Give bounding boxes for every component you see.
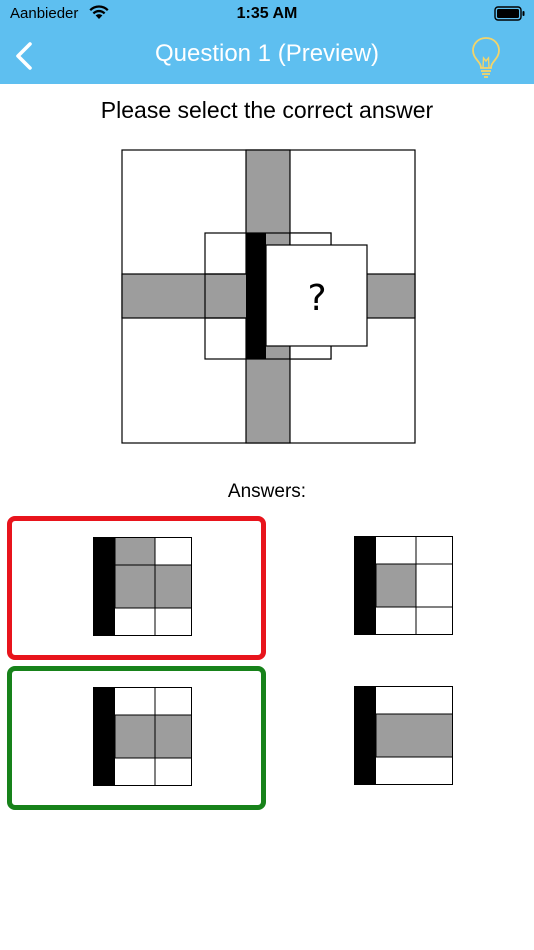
question-prompt: Please select the correct answer <box>100 97 434 123</box>
lightbulb-icon <box>472 37 500 78</box>
answer-option-2[interactable] <box>270 516 529 660</box>
answer-option-1-figure <box>93 537 192 636</box>
puzzle-grid: ? <box>121 149 416 444</box>
missing-piece-label: ? <box>307 278 326 319</box>
app-header: Aanbieder 1:35 AM Question 1 (Preview) <box>0 0 534 84</box>
answers-label: Answers: <box>227 481 307 502</box>
answer-option-3-figure <box>93 687 192 786</box>
answer-option-4[interactable] <box>270 666 529 810</box>
answer-option-1[interactable] <box>7 516 266 660</box>
page-title: Question 1 (Preview) <box>154 40 380 67</box>
answer-option-4-figure <box>354 686 453 785</box>
puzzle-figure: ? <box>121 149 416 444</box>
battery-icon <box>494 6 525 21</box>
answer-option-2-figure <box>354 536 453 635</box>
clock: 1:35 AM <box>236 5 298 22</box>
hint-button[interactable] <box>470 34 502 80</box>
nav-bar: Question 1 (Preview) <box>0 28 534 84</box>
status-bar: Aanbieder 1:35 AM <box>0 0 534 28</box>
answer-option-3[interactable] <box>7 666 266 810</box>
